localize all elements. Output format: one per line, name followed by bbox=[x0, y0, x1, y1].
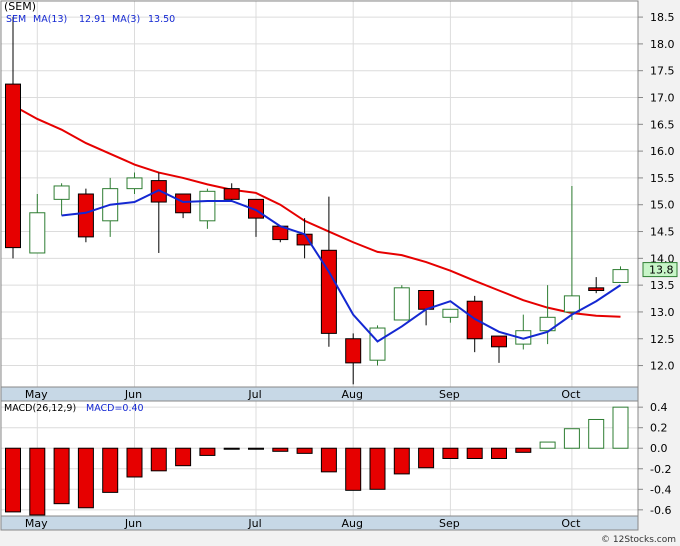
macd-bar-negative bbox=[126, 447, 143, 478]
month-label: Oct bbox=[561, 517, 581, 530]
price-tick-label: 15.0 bbox=[650, 199, 675, 212]
legend-symbol: SEM bbox=[6, 14, 26, 25]
macd-bar-positive bbox=[612, 406, 629, 449]
macd-y-axis: 0.4 0.2 0.0 -0.2 -0.4 -0.6 bbox=[638, 401, 671, 517]
month-label: Jul bbox=[247, 517, 261, 530]
candle-up bbox=[442, 308, 459, 318]
price-y-axis: 12.012.513.013.514.014.515.015.516.016.5… bbox=[638, 11, 678, 373]
candle-up bbox=[612, 269, 629, 283]
month-label: May bbox=[25, 517, 48, 530]
legend-ma3-label: MA(3) bbox=[112, 14, 140, 25]
price-tick-label: 12.5 bbox=[650, 333, 675, 346]
macd-bar-negative bbox=[29, 447, 46, 516]
month-label: Aug bbox=[341, 388, 362, 401]
month-label: Jun bbox=[124, 517, 142, 530]
macd-tick-label: -0.2 bbox=[650, 463, 671, 476]
watermark: © 12Stocks.com bbox=[601, 535, 676, 545]
month-label: Sep bbox=[439, 388, 460, 401]
macd-bar-negative bbox=[369, 447, 386, 490]
macd-bar-negative bbox=[102, 447, 119, 493]
macd-bar-negative bbox=[199, 447, 216, 456]
candle-down bbox=[5, 83, 21, 249]
candle-down bbox=[588, 287, 605, 292]
price-tick-label: 14.5 bbox=[650, 226, 675, 239]
candle-down bbox=[418, 290, 435, 310]
price-tick-label: 15.5 bbox=[650, 172, 675, 185]
macd-bar-negative bbox=[320, 447, 337, 473]
price-tick-label: 16.0 bbox=[650, 145, 675, 158]
symbol-title: (SEM) bbox=[4, 0, 36, 13]
macd-bar-negative bbox=[418, 447, 435, 469]
month-label: Sep bbox=[439, 517, 460, 530]
macd-bar-negative bbox=[175, 447, 192, 467]
macd-bar-negative bbox=[272, 447, 289, 452]
price-tick-label: 18.5 bbox=[650, 11, 675, 24]
macd-legend: MACD(26,12,9) MACD=0.40 bbox=[4, 403, 144, 414]
macd-bar-negative bbox=[491, 447, 507, 460]
macd-month-band bbox=[0, 515, 639, 531]
macd-bar-negative bbox=[466, 447, 483, 460]
candle-up bbox=[563, 295, 580, 313]
candle-up bbox=[369, 327, 386, 361]
candle-down bbox=[491, 335, 507, 348]
price-tick-label: 12.0 bbox=[650, 360, 675, 373]
macd-plot-area bbox=[1, 401, 638, 516]
macd-bar-negative bbox=[77, 447, 94, 509]
month-label: Aug bbox=[341, 517, 362, 530]
macd-bar-negative bbox=[515, 447, 532, 453]
candle-down bbox=[223, 188, 240, 200]
macd-bar-negative bbox=[150, 447, 167, 472]
macd-tick-label: 0.4 bbox=[650, 401, 668, 414]
month-label: Oct bbox=[561, 388, 581, 401]
macd-bar-negative bbox=[442, 447, 459, 460]
candle-down bbox=[77, 193, 94, 238]
candle-up bbox=[199, 190, 216, 222]
macd-bar-negative bbox=[223, 447, 240, 450]
legend-ma13-label: MA(13) bbox=[33, 14, 67, 25]
macd-tick-label: 0.2 bbox=[650, 422, 668, 435]
macd-bar-negative bbox=[393, 447, 410, 475]
price-tick-label: 13.5 bbox=[650, 279, 675, 292]
macd-tick-label: -0.4 bbox=[650, 483, 671, 496]
legend-ma13-value: 12.91 bbox=[79, 14, 106, 25]
month-label: May bbox=[25, 388, 48, 401]
macd-bar-negative bbox=[53, 447, 70, 505]
candle-up bbox=[29, 212, 46, 254]
macd-bar-negative bbox=[248, 447, 264, 450]
macd-bar-negative bbox=[345, 447, 362, 491]
price-month-band bbox=[0, 386, 639, 402]
macd-bar-negative bbox=[5, 447, 21, 513]
month-label: Jun bbox=[124, 388, 142, 401]
legend-ma3-value: 13.50 bbox=[148, 14, 175, 25]
last-price-label: 13.8 bbox=[649, 264, 674, 277]
price-tick-label: 13.0 bbox=[650, 306, 675, 319]
macd-legend-value: MACD=0.40 bbox=[86, 403, 144, 414]
macd-bar-positive bbox=[588, 418, 605, 449]
macd-bar-positive bbox=[563, 428, 580, 449]
macd-tick-label: -0.6 bbox=[650, 504, 671, 517]
price-tick-label: 17.5 bbox=[650, 65, 675, 78]
candle-up bbox=[393, 287, 410, 321]
macd-bar-negative bbox=[296, 447, 313, 454]
price-tick-label: 18.0 bbox=[650, 38, 675, 51]
macd-bar-positive bbox=[539, 441, 556, 449]
month-label: Jul bbox=[247, 388, 261, 401]
stock-chart: 12.012.513.013.514.014.515.015.516.016.5… bbox=[0, 0, 678, 545]
macd-tick-label: 0.0 bbox=[650, 442, 668, 455]
price-tick-label: 17.0 bbox=[650, 92, 675, 105]
candle-down bbox=[175, 193, 192, 214]
candle-down bbox=[345, 338, 362, 364]
macd-legend-label: MACD(26,12,9) bbox=[4, 403, 76, 414]
candle-up bbox=[53, 185, 70, 200]
price-tick-label: 16.5 bbox=[650, 118, 675, 131]
candle-up bbox=[126, 177, 143, 190]
